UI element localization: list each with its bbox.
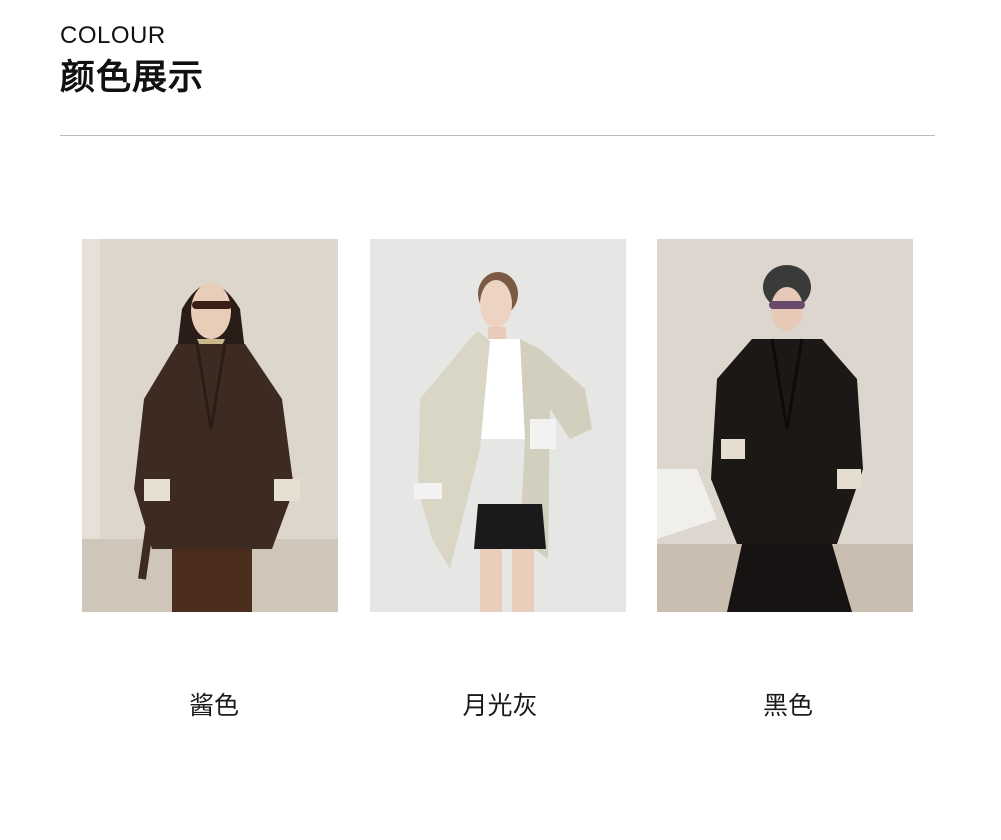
colour-label-black: 黑色 <box>762 691 813 720</box>
header-divider <box>60 135 935 136</box>
model-photo <box>370 239 626 612</box>
section-title-en: COLOUR <box>60 22 166 49</box>
section-title-zh: 颜色展示 <box>60 58 205 98</box>
colour-label-moonlight-grey: 月光灰 <box>462 691 538 720</box>
colour-label-brown: 酱色 <box>188 691 239 720</box>
colour-photo-moonlight-grey[interactable] <box>370 239 626 612</box>
model-photo <box>82 239 338 612</box>
colour-photo-black[interactable] <box>657 239 913 612</box>
colour-photo-brown[interactable] <box>82 239 338 612</box>
model-photo <box>657 239 913 612</box>
